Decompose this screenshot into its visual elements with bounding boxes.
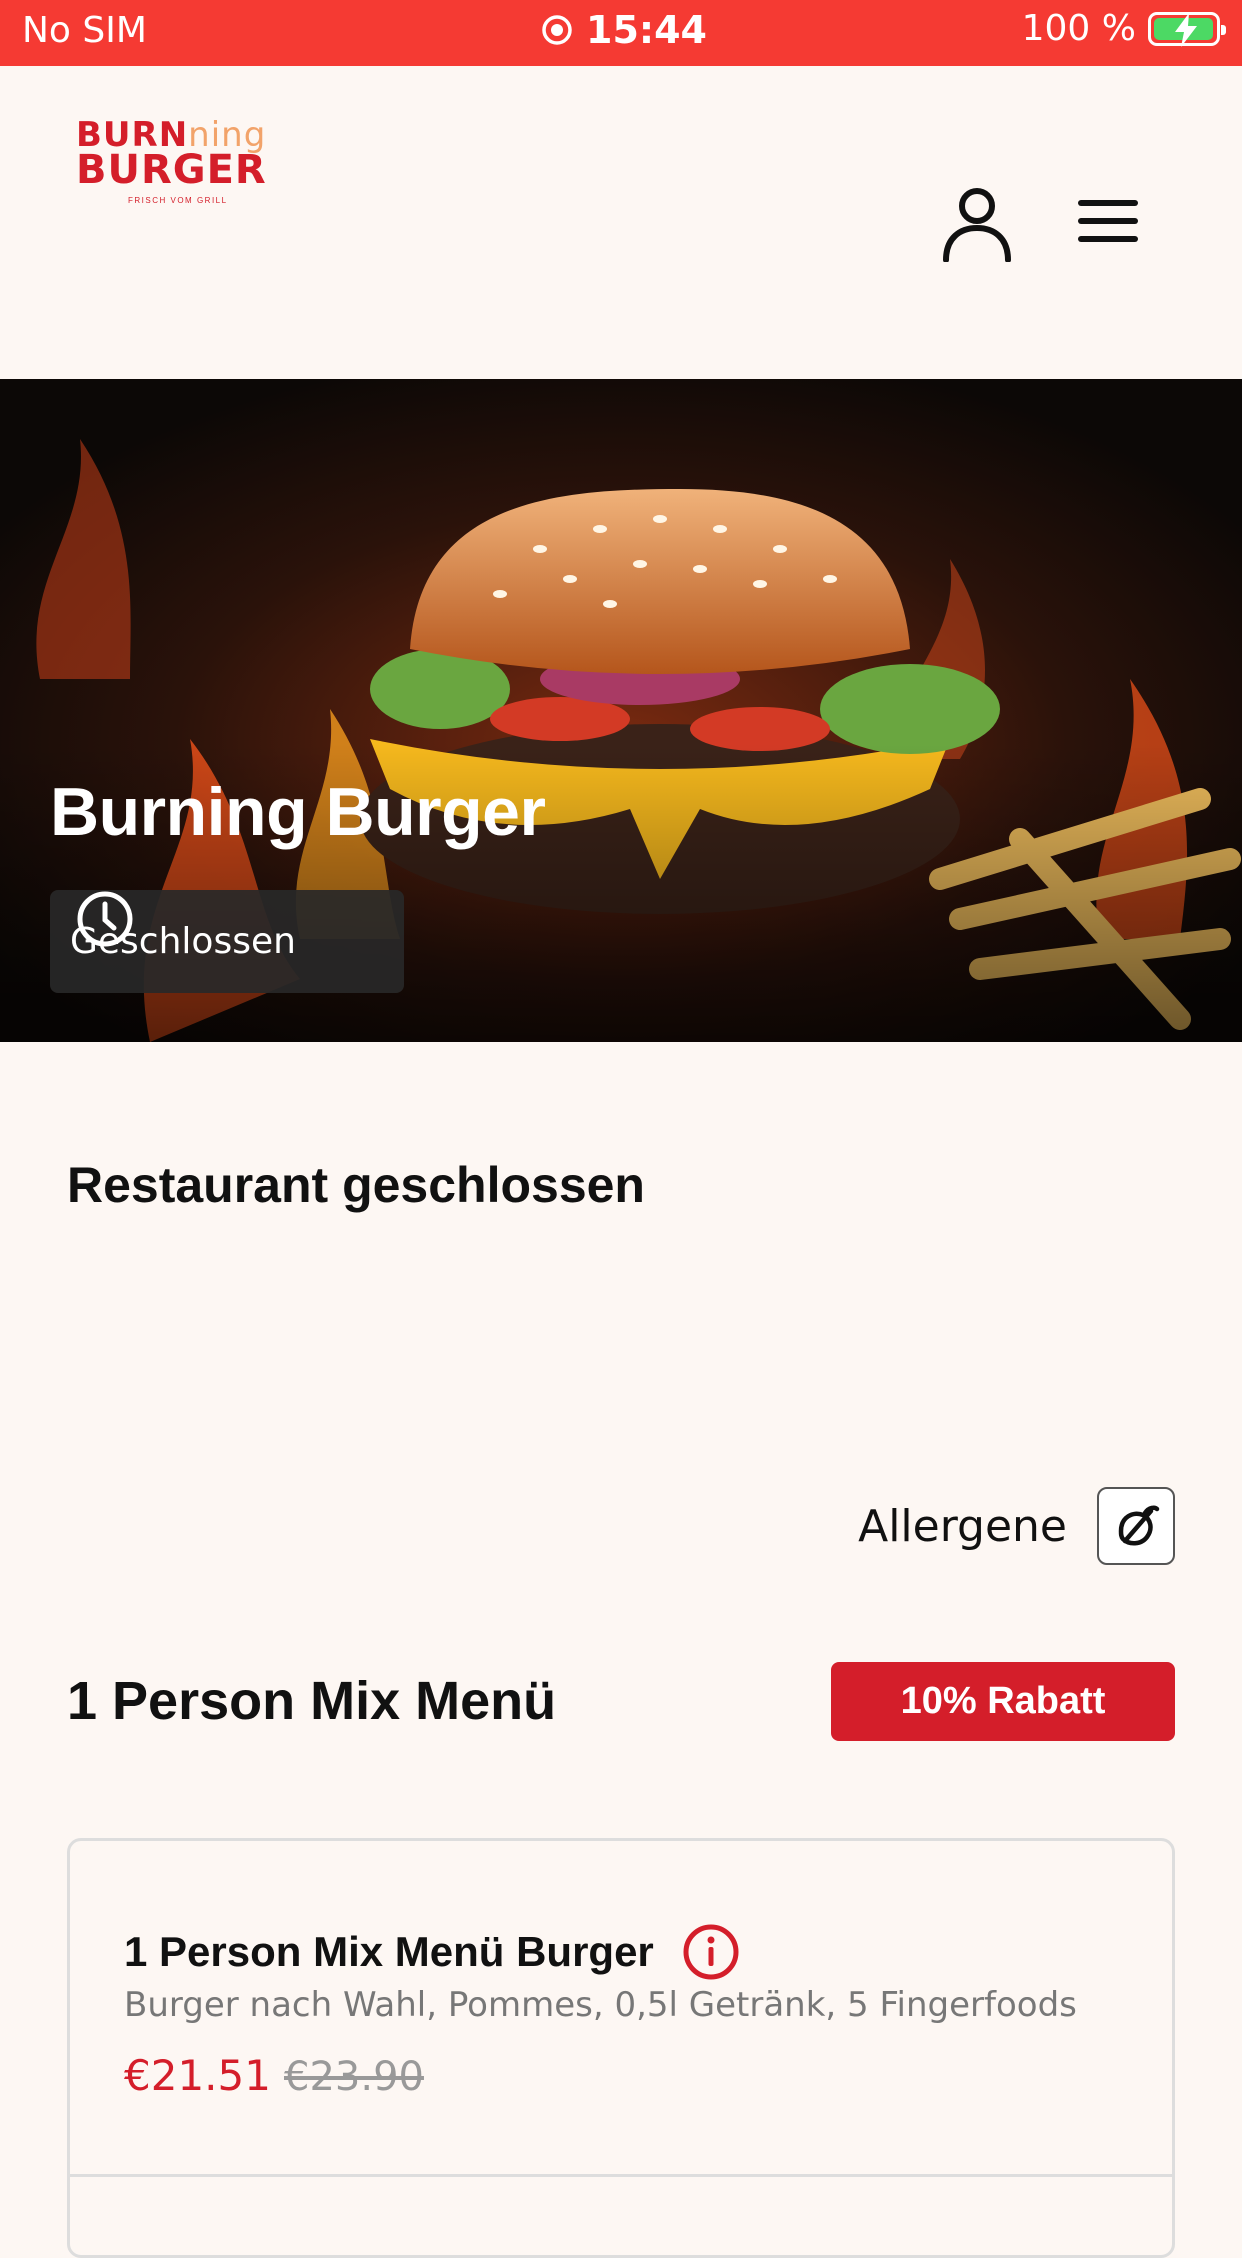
opening-status-badge: Geschlossen bbox=[50, 890, 404, 993]
menu-item-name-text: 1 Person Mix Menü Burger bbox=[124, 1928, 654, 1975]
account-button[interactable] bbox=[942, 186, 1012, 263]
location-icon bbox=[542, 15, 572, 45]
allergen-filter[interactable]: Allergene bbox=[858, 1487, 1175, 1565]
discount-badge: 10% Rabatt bbox=[831, 1662, 1175, 1741]
card-divider bbox=[70, 2174, 1172, 2177]
battery-icon bbox=[1148, 11, 1226, 47]
brand-logo[interactable]: BURN ning BURGER FRISCH VOM GRILL bbox=[76, 118, 286, 268]
restaurant-name: Burning Burger bbox=[50, 774, 546, 850]
menu-button[interactable] bbox=[1076, 196, 1140, 246]
clock: 15:44 bbox=[540, 8, 707, 52]
time-label: 15:44 bbox=[586, 8, 707, 52]
carrier-label: No SIM bbox=[22, 10, 147, 51]
menu-item-description: Burger nach Wahl, Pommes, 0,5l Getränk, … bbox=[124, 1985, 1077, 2025]
status-bar: No SIM 15:44 100 % bbox=[0, 0, 1242, 66]
menu-item-old-price: €23.90 bbox=[284, 2054, 424, 2100]
category-title: 1 Person Mix Menü bbox=[67, 1671, 557, 1731]
battery-status: 100 % bbox=[1021, 8, 1226, 49]
closed-notice-title: Restaurant geschlossen bbox=[67, 1157, 645, 1213]
menu-item-price: €21.51 bbox=[124, 2051, 271, 2100]
clock-icon bbox=[77, 891, 133, 947]
user-icon bbox=[943, 188, 1011, 263]
logo-tagline: FRISCH VOM GRILL bbox=[128, 196, 228, 205]
allergen-icon bbox=[1118, 1505, 1160, 1546]
allergen-button[interactable] bbox=[1097, 1487, 1175, 1565]
hamburger-menu-icon bbox=[1078, 200, 1138, 242]
battery-label: 100 % bbox=[1021, 8, 1136, 49]
menu-item-card[interactable]: 1 Person Mix Menü Burger Burger nach Wah… bbox=[67, 1838, 1175, 2258]
hero-banner: Burning Burger Geschlossen bbox=[0, 379, 1242, 1042]
logo-text-burger: BURGER bbox=[76, 147, 267, 193]
allergen-label: Allergene bbox=[858, 1500, 1067, 1552]
info-icon[interactable] bbox=[682, 1923, 740, 1981]
menu-item-name: 1 Person Mix Menü Burger bbox=[124, 1923, 740, 1981]
